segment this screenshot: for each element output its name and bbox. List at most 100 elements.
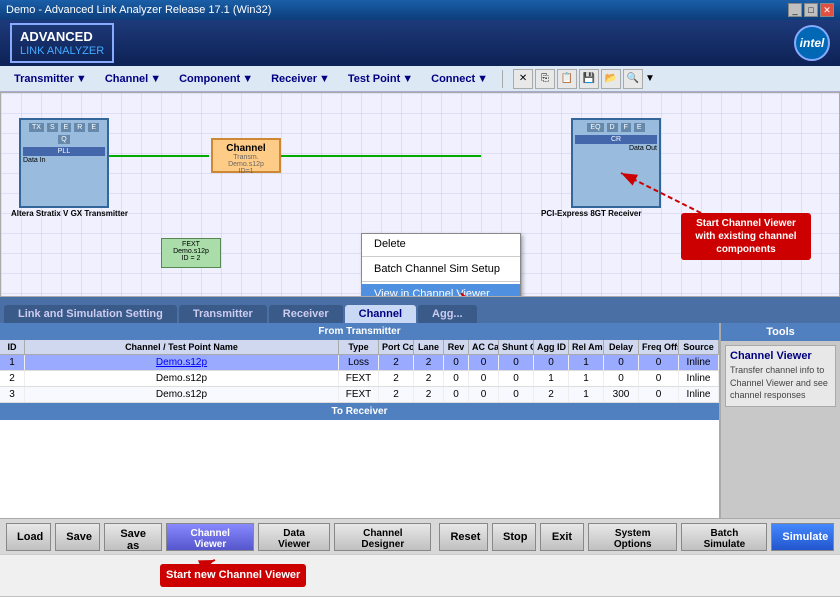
- cell-name-1[interactable]: Demo.s12p: [25, 355, 339, 370]
- maximize-button[interactable]: □: [804, 3, 818, 17]
- to-receiver-header: To Receiver: [0, 403, 719, 420]
- zoom-icon[interactable]: 🔍: [623, 69, 643, 89]
- annotation-existing-channel: Start Channel Viewer with existing chann…: [681, 213, 811, 260]
- reset-button[interactable]: Reset: [439, 523, 488, 551]
- col-source: Source: [679, 340, 719, 354]
- transmitter-label: Altera Stratix V GX Transmitter: [11, 209, 128, 218]
- tab-link-sim[interactable]: Link and Simulation Setting: [4, 305, 177, 323]
- channel-label: Channel: [216, 143, 276, 154]
- window-title: Demo - Advanced Link Analyzer Release 17…: [6, 4, 788, 16]
- save-icon[interactable]: 💾: [579, 69, 599, 89]
- cell-id-1: 1: [0, 355, 25, 370]
- cell-ac-1: 0: [469, 355, 499, 370]
- copy-icon[interactable]: ⎘: [535, 69, 555, 89]
- exit-button[interactable]: Exit: [540, 523, 584, 551]
- cell-lane-2: 2: [414, 371, 444, 386]
- tool-card-desc: Transfer channel info to Channel Viewer …: [730, 364, 831, 402]
- logo-line2: LINK ANALYZER: [20, 45, 104, 57]
- cell-rev-1: 0: [444, 355, 469, 370]
- cell-id-3: 3: [0, 387, 25, 402]
- cell-id-2: 2: [0, 371, 25, 386]
- menu-channel[interactable]: Channel ▼: [97, 71, 169, 87]
- menu-sep-1: [502, 70, 503, 88]
- app-header: ADVANCED LINK ANALYZER intel: [0, 20, 840, 66]
- system-options-button[interactable]: System Options: [588, 523, 677, 551]
- cell-delay-3: 300: [604, 387, 639, 402]
- window-controls: _ □ ✕: [788, 3, 834, 17]
- title-bar: Demo - Advanced Link Analyzer Release 17…: [0, 0, 840, 20]
- col-rel-amp: Rel Amp: [569, 340, 604, 354]
- paste-icon[interactable]: 📋: [557, 69, 577, 89]
- col-freq-offset: Freq Offset: [639, 340, 679, 354]
- tab-receiver[interactable]: Receiver: [269, 305, 343, 323]
- cell-agg-1: 0: [534, 355, 569, 370]
- save-as-button[interactable]: Save as: [104, 523, 162, 551]
- cell-lane-1: 2: [414, 355, 444, 370]
- col-id: ID: [0, 340, 25, 354]
- delete-icon[interactable]: ✕: [513, 69, 533, 89]
- cell-ac-3: 0: [469, 387, 499, 402]
- cell-lane-3: 2: [414, 387, 444, 402]
- col-rev: Rev: [444, 340, 469, 354]
- cell-rev-3: 0: [444, 387, 469, 402]
- cell-delay-1: 0: [604, 355, 639, 370]
- tab-channel[interactable]: Channel: [345, 305, 416, 323]
- menu-receiver[interactable]: Receiver ▼: [263, 71, 338, 87]
- load-button[interactable]: Load: [6, 523, 51, 551]
- col-type: Type: [339, 340, 379, 354]
- cell-rev-2: 0: [444, 371, 469, 386]
- save-button[interactable]: Save: [55, 523, 100, 551]
- cell-type-3: FEXT: [339, 387, 379, 402]
- ctx-sep-1: [362, 256, 520, 257]
- receiver-label: PCI-Express 8GT Receiver: [541, 209, 642, 218]
- cell-freq-1: 0: [639, 355, 679, 370]
- cell-relamp-3: 1: [569, 387, 604, 402]
- fext1-block: FEXT Demo.s12p ID = 2: [161, 238, 221, 268]
- ctx-view-channel[interactable]: View in Channel Viewer: [362, 284, 520, 297]
- cell-name-2: Demo.s12p: [25, 371, 339, 386]
- cell-relamp-1: 1: [569, 355, 604, 370]
- menu-testpoint[interactable]: Test Point ▼: [340, 71, 421, 87]
- cell-name-3: Demo.s12p: [25, 387, 339, 402]
- table-row[interactable]: 3 Demo.s12p FEXT 2 2 0 0 0 2 1 300 0 Inl…: [0, 387, 719, 403]
- cell-source-1: Inline: [679, 355, 719, 370]
- channel-designer-button[interactable]: Channel Designer: [334, 523, 431, 551]
- cell-port-2: 2: [379, 371, 414, 386]
- tool-card-title: Channel Viewer: [730, 350, 831, 362]
- table-row[interactable]: 1 Demo.s12p Loss 2 2 0 0 0 0 1 0 0 Inlin…: [0, 355, 719, 371]
- data-viewer-button[interactable]: Data Viewer: [258, 523, 330, 551]
- ctx-delete[interactable]: Delete: [362, 234, 520, 254]
- zoom-dropdown[interactable]: ▼: [645, 73, 655, 84]
- ctx-batch-sim[interactable]: Batch Channel Sim Setup: [362, 259, 520, 279]
- cell-delay-2: 0: [604, 371, 639, 386]
- cell-type-1: Loss: [339, 355, 379, 370]
- channel-viewer-card[interactable]: Channel Viewer Transfer channel info to …: [725, 345, 836, 407]
- button-bar: Load Save Save as Channel Viewer Data Vi…: [0, 518, 840, 554]
- minimize-button[interactable]: _: [788, 3, 802, 17]
- context-menu: Delete Batch Channel Sim Setup View in C…: [361, 233, 521, 297]
- conn-green-2: [281, 155, 481, 157]
- channel-viewer-button[interactable]: Channel Viewer: [166, 523, 254, 551]
- tab-bar: Link and Simulation Setting Transmitter …: [0, 297, 840, 323]
- cell-source-2: Inline: [679, 371, 719, 386]
- annotation-new-viewer: Start new Channel Viewer: [160, 564, 306, 586]
- table-row[interactable]: 2 Demo.s12p FEXT 2 2 0 0 0 1 1 0 0 Inlin…: [0, 371, 719, 387]
- cell-freq-3: 0: [639, 387, 679, 402]
- col-ac-cap: AC Cap: [469, 340, 499, 354]
- tools-header: Tools: [721, 323, 840, 341]
- menu-transmitter[interactable]: Transmitter ▼: [6, 71, 95, 87]
- simulate-button[interactable]: Simulate: [771, 523, 834, 551]
- table-area: From Transmitter ID Channel / Test Point…: [0, 323, 720, 518]
- menu-component[interactable]: Component ▼: [171, 71, 261, 87]
- batch-simulate-button[interactable]: Batch Simulate: [681, 523, 767, 551]
- load-icon[interactable]: 📂: [601, 69, 621, 89]
- tab-agg[interactable]: Agg...: [418, 305, 477, 323]
- tab-transmitter[interactable]: Transmitter: [179, 305, 267, 323]
- cell-agg-2: 1: [534, 371, 569, 386]
- menu-connect[interactable]: Connect ▼: [423, 71, 496, 87]
- stop-button[interactable]: Stop: [492, 523, 536, 551]
- channel-block[interactable]: Channel Transm.Demo.s12pID=1: [211, 138, 281, 173]
- tools-panel: Tools Channel Viewer Transfer channel in…: [720, 323, 840, 518]
- col-lane: Lane: [414, 340, 444, 354]
- close-button[interactable]: ✕: [820, 3, 834, 17]
